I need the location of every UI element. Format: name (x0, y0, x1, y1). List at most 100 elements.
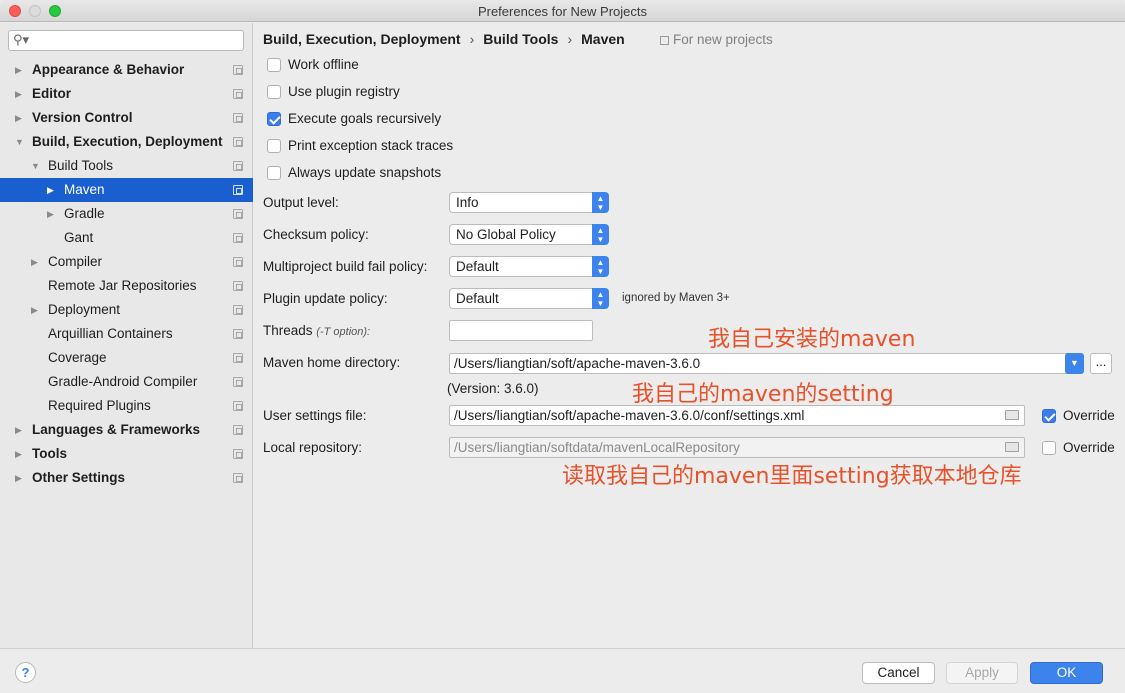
sidebar-item-gradle-android-compiler[interactable]: Gradle-Android Compiler (0, 370, 253, 394)
checkbox-box[interactable] (267, 112, 281, 126)
copy-icon (233, 209, 243, 219)
copy-icon (233, 377, 243, 387)
preferences-window: Preferences for New Projects ⚲▾ ▶ Appeara… (0, 0, 1125, 693)
maven-version-label: (Version: 3.6.0) (447, 381, 539, 396)
breadcrumb-maven: Maven (581, 31, 625, 47)
chevron-right-icon[interactable]: ▶ (15, 466, 22, 490)
user-settings-input[interactable]: /Users/liangtian/soft/apache-maven-3.6.0… (449, 405, 1025, 426)
chevron-down-icon[interactable]: ▼ (15, 130, 24, 154)
copy-icon (233, 425, 243, 435)
copy-icon (233, 89, 243, 99)
sidebar-item-other-settings[interactable]: ▶ Other Settings (0, 466, 253, 490)
copy-icon (233, 305, 243, 315)
copy-icon (233, 137, 243, 147)
sidebar-item-editor[interactable]: ▶ Editor (0, 82, 253, 106)
maven-home-dropdown-button[interactable]: ▼ (1065, 353, 1084, 374)
plugin-update-policy-label: Plugin update policy: (263, 291, 388, 306)
sidebar-item-arquillian-containers[interactable]: Arquillian Containers (0, 322, 253, 346)
maven-home-input[interactable]: /Users/liangtian/soft/apache-maven-3.6.0 (449, 353, 1069, 374)
copy-icon (233, 233, 243, 243)
breadcrumb-build-tools[interactable]: Build Tools (483, 31, 558, 47)
annotation-maven-setting: 我自己的maven的setting (632, 382, 894, 407)
threads-input[interactable] (449, 320, 593, 341)
sidebar-item-appearance-behavior[interactable]: ▶ Appearance & Behavior (0, 58, 253, 82)
chevron-right-icon[interactable]: ▶ (15, 58, 22, 82)
sidebar-item-required-plugins[interactable]: Required Plugins (0, 394, 253, 418)
sidebar-item-tools[interactable]: ▶ Tools (0, 442, 253, 466)
sidebar-item-label: Editor (32, 86, 71, 101)
sidebar-item-version-control[interactable]: ▶ Version Control (0, 106, 253, 130)
output-level-select[interactable]: Info ▲ ▼ (449, 192, 609, 213)
sidebar-item-remote-jar-repositories[interactable]: Remote Jar Repositories (0, 274, 253, 298)
annotation-local-repository: 读取我自己的maven里面setting获取本地仓库 (562, 464, 1022, 489)
checkbox-box[interactable] (1042, 409, 1056, 423)
chevron-down-icon: ▼ (1070, 358, 1079, 368)
apply-button[interactable]: Apply (946, 662, 1018, 684)
window-title: Preferences for New Projects (477, 4, 648, 19)
folder-icon[interactable] (1005, 442, 1019, 452)
chevron-right-icon[interactable]: ▶ (31, 298, 38, 322)
checkbox-box[interactable] (1042, 441, 1056, 455)
breadcrumb: Build, Execution, Deployment › Build Tools… (263, 31, 625, 47)
breadcrumb-separator: › (567, 31, 573, 47)
annotation-maven-install: 我自己安装的maven (708, 327, 916, 352)
chevron-right-icon[interactable]: ▶ (31, 250, 38, 274)
sidebar-item-label: Build Tools (48, 158, 114, 173)
for-new-projects-label: For new projects (660, 32, 773, 47)
ok-button[interactable]: OK (1030, 662, 1103, 684)
copy-icon (233, 281, 243, 291)
copy-icon (660, 35, 669, 45)
copy-icon (233, 113, 243, 123)
user-settings-label: User settings file: (263, 408, 367, 423)
settings-search-input[interactable]: ⚲▾ (8, 30, 244, 51)
sidebar-item-gradle[interactable]: ▶ Gradle (0, 202, 253, 226)
help-button[interactable]: ? (15, 662, 36, 683)
multiproject-policy-select[interactable]: Default ▲ ▼ (449, 256, 609, 277)
sidebar-item-label: Coverage (48, 350, 107, 365)
sidebar-item-compiler[interactable]: ▶ Compiler (0, 250, 253, 274)
local-repository-label: Local repository: (263, 440, 363, 455)
checksum-policy-select[interactable]: No Global Policy ▲ ▼ (449, 224, 609, 245)
chevron-right-icon[interactable]: ▶ (15, 442, 22, 466)
checkbox-box[interactable] (267, 139, 281, 153)
maven-home-browse-button[interactable]: ... (1090, 353, 1112, 374)
plugin-update-hint: ignored by Maven 3+ (622, 292, 730, 304)
checkbox-box[interactable] (267, 166, 281, 180)
copy-icon (233, 257, 243, 267)
folder-icon[interactable] (1005, 410, 1019, 420)
sidebar-item-maven[interactable]: ▶ Maven (0, 178, 253, 202)
updown-arrows-icon: ▲ ▼ (592, 192, 609, 213)
sidebar-item-build-tools[interactable]: ▼ Build Tools (0, 154, 253, 178)
chevron-right-icon[interactable]: ▶ (15, 82, 22, 106)
plugin-update-policy-select[interactable]: Default ▲ ▼ (449, 288, 609, 309)
sidebar-item-coverage[interactable]: Coverage (0, 346, 253, 370)
updown-arrows-icon: ▲ ▼ (592, 256, 609, 277)
chevron-down-icon[interactable]: ▼ (31, 154, 40, 178)
sidebar-item-label: Other Settings (32, 470, 126, 485)
sidebar-item-label: Version Control (32, 110, 133, 125)
sidebar-item-label: Languages & Frameworks (32, 422, 201, 437)
chevron-right-icon[interactable]: ▶ (47, 202, 54, 226)
copy-icon (233, 473, 243, 483)
copy-icon (233, 401, 243, 411)
chevron-right-icon[interactable]: ▶ (15, 106, 22, 130)
checkbox-box[interactable] (267, 85, 281, 99)
chevron-right-icon[interactable]: ▶ (47, 178, 54, 202)
cancel-button[interactable]: Cancel (862, 662, 935, 684)
sidebar-item-build-execution-deployment[interactable]: ▼ Build, Execution, Deployment (0, 130, 253, 154)
threads-label: Threads (-T option): (263, 323, 371, 338)
updown-arrows-icon: ▲ ▼ (592, 288, 609, 309)
sidebar-item-label: Remote Jar Repositories (48, 278, 197, 293)
copy-icon (233, 329, 243, 339)
checkbox-box[interactable] (267, 58, 281, 72)
breadcrumb-separator: › (469, 31, 475, 47)
output-level-label: Output level: (263, 195, 339, 210)
sidebar-item-gant[interactable]: Gant (0, 226, 253, 250)
breadcrumb-build-execution[interactable]: Build, Execution, Deployment (263, 31, 461, 47)
chevron-right-icon[interactable]: ▶ (15, 418, 22, 442)
copy-icon (233, 353, 243, 363)
sidebar-item-label: Deployment (48, 302, 121, 317)
sidebar-item-deployment[interactable]: ▶ Deployment (0, 298, 253, 322)
local-repository-input[interactable]: /Users/liangtian/softdata/mavenLocalRepo… (449, 437, 1025, 458)
sidebar-item-languages-frameworks[interactable]: ▶ Languages & Frameworks (0, 418, 253, 442)
